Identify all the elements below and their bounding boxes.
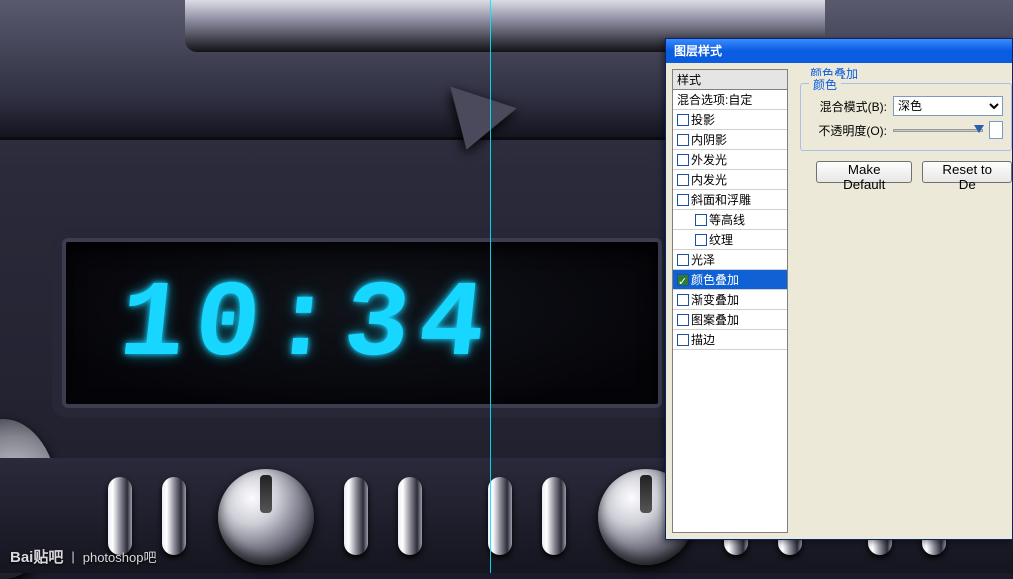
styles-list-header: 样式 (673, 70, 787, 90)
group-title: 颜色 (809, 76, 841, 93)
style-row-内阴影[interactable]: 内阴影 (673, 130, 787, 150)
blend-mode-select[interactable]: 深色 (893, 96, 1003, 116)
style-row-label: 等高线 (709, 210, 745, 230)
style-row-投影[interactable]: 投影 (673, 110, 787, 130)
make-default-button[interactable]: Make Default (816, 161, 912, 183)
style-row-描边[interactable]: 描边 (673, 330, 787, 350)
style-checkbox[interactable] (677, 154, 689, 166)
style-checkbox[interactable] (695, 214, 707, 226)
artwork-peg (344, 477, 368, 555)
reset-to-default-button[interactable]: Reset to De (922, 161, 1012, 183)
style-checkbox[interactable] (677, 134, 689, 146)
watermark-sep: | (71, 549, 74, 564)
style-checkbox[interactable] (677, 274, 689, 286)
style-row-label: 内阴影 (691, 130, 727, 150)
opacity-value-box[interactable] (989, 121, 1003, 139)
style-row-label: 描边 (691, 330, 715, 350)
style-row-label: 外发光 (691, 150, 727, 170)
style-checkbox[interactable] (677, 254, 689, 266)
style-row-外发光[interactable]: 外发光 (673, 150, 787, 170)
style-row-斜面和浮雕[interactable]: 斜面和浮雕 (673, 190, 787, 210)
dialog-titlebar[interactable]: 图层样式 (666, 39, 1012, 63)
dialog-title: 图层样式 (674, 44, 722, 58)
blend-options-row[interactable]: 混合选项:自定 (673, 90, 787, 110)
style-checkbox[interactable] (677, 294, 689, 306)
style-checkbox[interactable] (695, 234, 707, 246)
blend-options-label: 混合选项:自定 (677, 90, 752, 110)
style-row-label: 渐变叠加 (691, 290, 739, 310)
style-row-渐变叠加[interactable]: 渐变叠加 (673, 290, 787, 310)
watermark: Bai贴吧 | photoshop吧 (10, 546, 156, 567)
vertical-guide[interactable] (490, 0, 491, 573)
style-row-内发光[interactable]: 内发光 (673, 170, 787, 190)
artwork-peg (108, 477, 132, 555)
opacity-label: 不透明度(O): (809, 122, 887, 139)
style-row-图案叠加[interactable]: 图案叠加 (673, 310, 787, 330)
style-checkbox[interactable] (677, 114, 689, 126)
styles-list[interactable]: 样式 混合选项:自定 投影内阴影外发光内发光斜面和浮雕等高线纹理光泽颜色叠加渐变… (672, 69, 788, 533)
watermark-logo: Bai贴吧 (10, 546, 63, 567)
style-row-label: 纹理 (709, 230, 733, 250)
style-checkbox[interactable] (677, 194, 689, 206)
style-row-等高线[interactable]: 等高线 (673, 210, 787, 230)
style-row-label: 图案叠加 (691, 310, 739, 330)
style-row-label: 斜面和浮雕 (691, 190, 751, 210)
opacity-slider[interactable] (893, 129, 983, 132)
style-row-label: 颜色叠加 (691, 270, 739, 290)
artwork-peg (162, 477, 186, 555)
style-checkbox[interactable] (677, 174, 689, 186)
style-checkbox[interactable] (677, 334, 689, 346)
watermark-board: photoshop吧 (83, 547, 157, 566)
style-row-label: 内发光 (691, 170, 727, 190)
artwork-peg (488, 477, 512, 555)
style-row-颜色叠加[interactable]: 颜色叠加 (673, 270, 787, 290)
layer-style-dialog[interactable]: 图层样式 样式 混合选项:自定 投影内阴影外发光内发光斜面和浮雕等高线纹理光泽颜… (665, 38, 1013, 540)
style-row-纹理[interactable]: 纹理 (673, 230, 787, 250)
artwork-big-knob (218, 469, 314, 565)
style-row-label: 光泽 (691, 250, 715, 270)
style-row-label: 投影 (691, 110, 715, 130)
effect-settings-panel: 颜色叠加 颜色 混合模式(B): 深色 不透明度(O): Make Defaul… (800, 69, 1012, 533)
blend-mode-label: 混合模式(B): (809, 98, 887, 115)
artwork-peg (398, 477, 422, 555)
style-checkbox[interactable] (677, 314, 689, 326)
style-row-光泽[interactable]: 光泽 (673, 250, 787, 270)
artwork-peg (542, 477, 566, 555)
artwork-clock-time: 10:34 (114, 265, 501, 387)
